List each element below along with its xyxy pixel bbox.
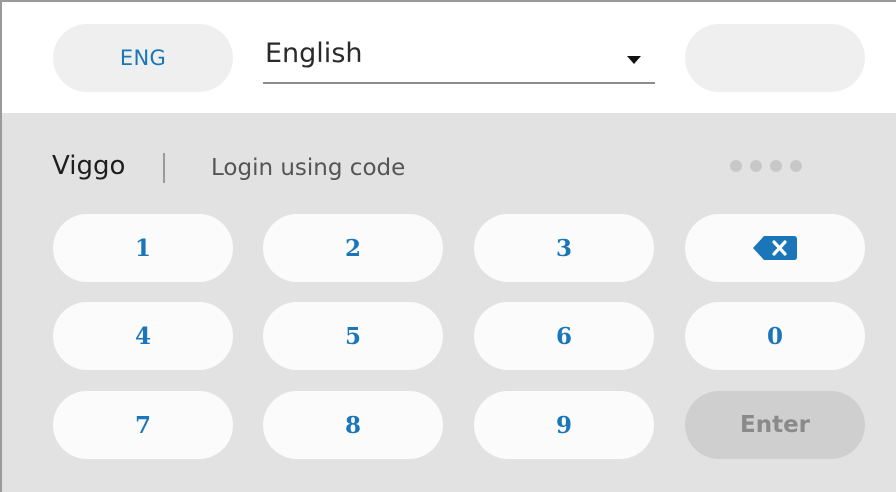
key-1[interactable]: 1	[53, 214, 233, 282]
login-window: ENG English Viggo Login using code 1 2 3	[0, 0, 896, 492]
key-6[interactable]: 6	[474, 302, 654, 370]
backspace-icon	[753, 236, 797, 260]
key-3[interactable]: 3	[474, 214, 654, 282]
caret-down-icon	[627, 56, 641, 64]
enter-button[interactable]: Enter	[685, 391, 865, 459]
separator-divider	[163, 153, 165, 183]
language-dropdown[interactable]: English	[263, 32, 655, 84]
language-dropdown-value: English	[265, 38, 363, 69]
language-bar: ENG English	[2, 2, 896, 113]
pin-dot	[730, 160, 742, 172]
key-4[interactable]: 4	[53, 302, 233, 370]
pin-indicator	[730, 160, 802, 172]
key-7[interactable]: 7	[53, 391, 233, 459]
language-code-button[interactable]: ENG	[53, 24, 233, 92]
user-name: Viggo	[52, 151, 126, 181]
pin-dot	[790, 160, 802, 172]
key-9[interactable]: 9	[474, 391, 654, 459]
key-8[interactable]: 8	[263, 391, 443, 459]
keypad-panel: Viggo Login using code 1 2 3 4 5 6 0 7 8…	[2, 113, 896, 492]
login-method-label: Login using code	[211, 155, 406, 181]
key-2[interactable]: 2	[263, 214, 443, 282]
key-0[interactable]: 0	[685, 302, 865, 370]
blank-pill-button[interactable]	[685, 24, 865, 92]
pin-dot	[770, 160, 782, 172]
language-code-label: ENG	[119, 46, 167, 70]
pin-dot	[750, 160, 762, 172]
backspace-button[interactable]	[685, 214, 865, 282]
key-5[interactable]: 5	[263, 302, 443, 370]
